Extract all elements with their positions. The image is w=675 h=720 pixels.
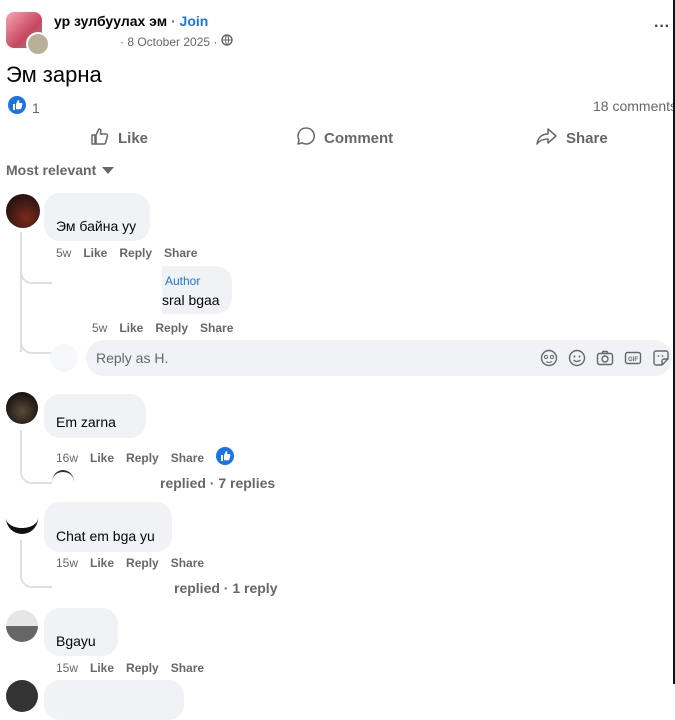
author-reply-bubble: Author sral bgaa xyxy=(80,266,232,314)
reply-reply-link[interactable]: Reply xyxy=(155,321,188,335)
commenter-avatar[interactable] xyxy=(6,392,38,424)
comment-text: Bgayu xyxy=(56,633,96,649)
comment-actions: 15w Like Reply Share xyxy=(56,661,204,675)
more-options-icon[interactable]: ··· xyxy=(654,18,670,36)
like-button[interactable]: Like xyxy=(90,126,148,150)
like-label: Like xyxy=(118,129,149,147)
author-reply-actions: 5w Like Reply Share xyxy=(92,321,233,335)
commenter-avatar[interactable] xyxy=(6,680,38,712)
comment-bubble: Bgayu xyxy=(44,608,118,656)
thread-line xyxy=(20,430,22,466)
comment-reply-link[interactable]: Reply xyxy=(119,246,152,260)
thread-branch xyxy=(20,464,52,484)
sticker-icon[interactable] xyxy=(652,349,670,372)
sort-dropdown[interactable]: Most relevant xyxy=(6,162,115,178)
emoji-icon[interactable] xyxy=(568,349,586,372)
comment-bubble xyxy=(44,680,184,720)
thumbs-up-icon xyxy=(90,126,110,150)
comment-button[interactable]: Comment xyxy=(296,126,393,150)
comment-actions: 15w Like Reply Share xyxy=(56,556,204,570)
avatar-sticker-icon[interactable] xyxy=(540,349,558,372)
commenter-avatar[interactable] xyxy=(6,502,38,534)
comment-share-link[interactable]: Share xyxy=(171,556,204,570)
sort-label: Most relevant xyxy=(6,162,97,178)
reply-input[interactable]: Reply as H. GIF xyxy=(86,340,672,376)
camera-icon[interactable] xyxy=(596,349,614,372)
like-reaction-icon[interactable] xyxy=(216,447,235,468)
globe-icon xyxy=(221,34,234,49)
post-meta: · 8 October 2025 · xyxy=(120,34,234,49)
comment-bubble-icon xyxy=(296,126,316,150)
post-text: Эм зарна xyxy=(6,62,102,87)
comment-share-link[interactable]: Share xyxy=(164,246,197,260)
dot-separator: · xyxy=(170,13,176,29)
author-badge: Author xyxy=(165,274,201,288)
comment-time[interactable]: 5w xyxy=(56,246,71,260)
reactions-count: 1 xyxy=(32,99,40,116)
comment-like-link[interactable]: Like xyxy=(90,556,114,570)
thread-branch xyxy=(20,566,52,588)
comment-like-link[interactable]: Like xyxy=(83,246,107,260)
comment-like-link[interactable]: Like xyxy=(90,451,114,465)
reactions-summary[interactable]: 1 xyxy=(8,96,40,119)
comment-time[interactable]: 15w xyxy=(56,661,78,675)
my-avatar xyxy=(50,344,78,372)
comment-share-link[interactable]: Share xyxy=(171,661,204,675)
comment-reply-link[interactable]: Reply xyxy=(126,661,159,675)
thread-line xyxy=(20,232,22,352)
group-name[interactable]: ур зулбуулах эм xyxy=(54,13,167,29)
share-label: Share xyxy=(566,129,608,147)
redacted-name xyxy=(80,266,162,314)
commenter-avatar[interactable] xyxy=(6,610,38,642)
caret-down-icon xyxy=(102,162,115,178)
replier-avatar xyxy=(52,470,74,494)
comment-bubble: Эм байна уу xyxy=(44,193,150,241)
comment-share-link[interactable]: Share xyxy=(171,451,204,465)
view-replies-link[interactable]: replied · 1 reply xyxy=(174,580,277,596)
comment-text: Em zarna xyxy=(56,414,116,430)
author-reply-text: sral bgaa xyxy=(162,292,220,308)
comments-count[interactable]: 18 comments xyxy=(593,98,675,114)
post-date[interactable]: · 8 October 2025 · xyxy=(120,35,217,49)
comment-reply-link[interactable]: Reply xyxy=(126,451,159,465)
reply-placeholder: Reply as H. xyxy=(96,350,169,366)
comment-text: Chat em bga yu xyxy=(56,528,155,544)
like-reaction-icon xyxy=(8,96,26,119)
comment-time[interactable]: 16w xyxy=(56,451,78,465)
comment-text: Эм байна уу xyxy=(56,218,137,234)
reply-like-link[interactable]: Like xyxy=(119,321,143,335)
thread-branch xyxy=(20,262,52,284)
svg-text:GIF: GIF xyxy=(628,357,638,363)
comment-like-link[interactable]: Like xyxy=(90,661,114,675)
share-button[interactable]: Share xyxy=(536,126,608,150)
poster-avatar[interactable] xyxy=(26,32,50,56)
view-replies-link[interactable]: replied · 7 replies xyxy=(160,475,275,491)
share-arrow-icon xyxy=(536,126,558,150)
reply-share-link[interactable]: Share xyxy=(200,321,233,335)
join-link[interactable]: Join xyxy=(180,13,209,29)
comment-actions: 16w Like Reply Share xyxy=(56,447,235,468)
comment-time[interactable]: 15w xyxy=(56,556,78,570)
gif-icon[interactable]: GIF xyxy=(624,349,642,372)
comment-label: Comment xyxy=(324,129,394,147)
post-header-line: ур зулбуулах эм · Join xyxy=(54,13,208,29)
commenter-avatar[interactable] xyxy=(6,194,40,228)
comment-bubble: Chat em bga yu xyxy=(44,502,172,552)
reply-tools: GIF xyxy=(540,349,670,372)
comment-bubble: Em zarna xyxy=(44,394,146,438)
comment-actions: 5w Like Reply Share xyxy=(56,246,197,260)
comment-reply-link[interactable]: Reply xyxy=(126,556,159,570)
reply-time[interactable]: 5w xyxy=(92,321,107,335)
